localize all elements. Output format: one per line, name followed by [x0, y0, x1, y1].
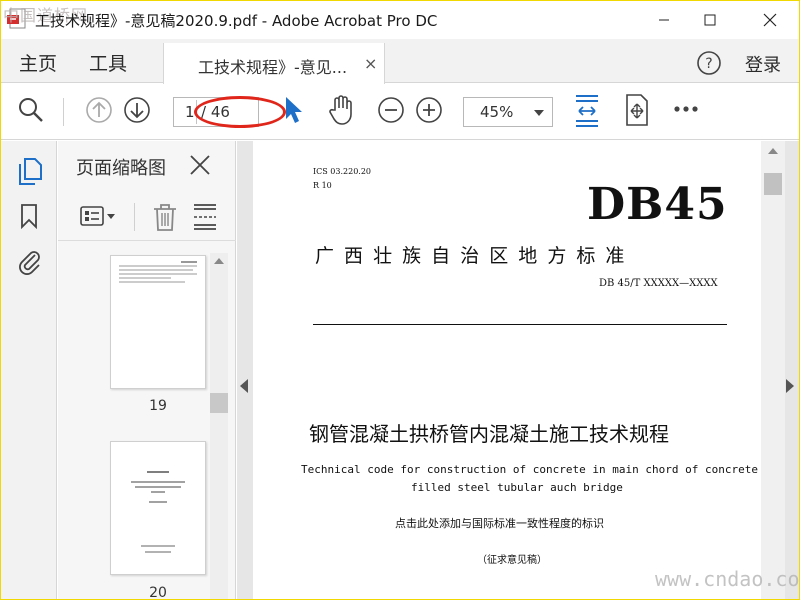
search-icon[interactable] — [17, 96, 45, 124]
toolbar-separator — [63, 98, 64, 126]
tab-bar: 主页 工具 工技术规程》-意见... × — [1, 39, 799, 84]
svg-text:?: ? — [705, 56, 712, 72]
title-bar: 中国道桥网 工技术规程》-意见稿2020.9.pdf - Adobe Acrob… — [1, 1, 799, 39]
chevron-down-icon — [534, 110, 544, 116]
close-icon — [763, 13, 777, 27]
document-tab-label: 工技术规程》-意见... — [198, 58, 348, 77]
close-window-button[interactable] — [747, 1, 793, 39]
nav-home[interactable]: 主页 — [19, 49, 57, 76]
scrollbar-thumb[interactable] — [210, 393, 228, 413]
select-cursor-icon[interactable] — [283, 95, 305, 125]
scroll-up-icon[interactable] — [214, 257, 224, 265]
nav-tools[interactable]: 工具 — [89, 49, 127, 76]
close-icon[interactable] — [188, 153, 212, 177]
title-rule — [313, 324, 727, 325]
help-icon[interactable]: ? — [696, 50, 722, 76]
bookmark-icon[interactable] — [19, 203, 39, 229]
maximize-icon — [704, 14, 716, 26]
app-window: 中国道桥网 工技术规程》-意见稿2020.9.pdf - Adobe Acrob… — [0, 0, 800, 600]
panel-toolbar — [58, 193, 236, 241]
document-tab[interactable]: 工技术规程》-意见... × — [163, 43, 385, 84]
standard-code: DB45 — [587, 179, 728, 230]
delete-icon[interactable] — [152, 203, 178, 231]
thumbnail-preview — [119, 261, 197, 283]
more-options-icon[interactable] — [673, 104, 699, 114]
panel-title: 页面缩略图 — [76, 158, 166, 179]
thumbnail-label: 19 — [149, 398, 167, 414]
zoom-select[interactable]: 45% — [463, 97, 553, 127]
tab-close-button[interactable]: × — [364, 54, 377, 73]
toolbar: 1 / 46 45% — [1, 84, 799, 140]
collapse-right-icon[interactable] — [785, 379, 795, 393]
thumbnail-page[interactable] — [110, 255, 206, 389]
ics-code: ICS 03.220.20 — [313, 167, 372, 176]
pdf-page: ICS 03.220.20 R 10 DB45 广 西 壮 族 自 治 区 地 … — [253, 141, 761, 599]
annotation-ellipse — [194, 96, 286, 128]
issuing-org: 广 西 壮 族 自 治 区 地 方 标 准 — [315, 245, 627, 267]
page-thumbnails-icon[interactable] — [17, 157, 43, 185]
zoom-in-icon[interactable] — [415, 96, 443, 124]
watermark-url: www.cndao.com — [655, 567, 800, 591]
document-number: DB 45/T XXXXX—XXXX — [599, 278, 718, 289]
consistency-note: 点击此处添加与国际标准一致性程度的标识 — [395, 517, 604, 530]
hand-tool-icon[interactable] — [327, 94, 357, 126]
scroll-up-icon[interactable] — [768, 147, 778, 155]
next-page-icon[interactable] — [123, 96, 151, 124]
left-tool-rail — [1, 141, 57, 599]
minimize-icon — [659, 19, 669, 21]
thumbnail-label: 20 — [149, 585, 167, 600]
thumbnails-scrollbar[interactable] — [210, 253, 228, 599]
fit-width-icon[interactable] — [573, 94, 601, 128]
panel-separator — [134, 203, 135, 231]
login-link[interactable]: 登录 — [745, 51, 781, 77]
document-title-cn: 钢管混凝土拱桥管内混凝土施工技术规程 — [309, 422, 669, 446]
document-scrollbar[interactable] — [761, 141, 785, 599]
zoom-value: 45% — [480, 103, 514, 121]
previous-page-icon[interactable] — [85, 96, 113, 124]
maximize-button[interactable] — [687, 1, 733, 39]
attachment-icon[interactable] — [15, 247, 43, 275]
class-code: R 10 — [313, 181, 332, 190]
document-title-en-2: filled steel tubular auch bridge — [411, 481, 623, 494]
fit-page-icon[interactable] — [623, 94, 651, 126]
thumbnails-panel: 页面缩略图 19 20 — [58, 141, 236, 600]
window-title: 工技术规程》-意见稿2020.9.pdf - Adobe Acrobat Pro… — [35, 12, 438, 30]
options-menu-icon[interactable] — [80, 205, 118, 229]
thumbnail-page[interactable] — [110, 441, 206, 575]
document-title-en-1: Technical code for construction of concr… — [301, 463, 758, 476]
minimize-button[interactable] — [641, 1, 687, 39]
insert-pages-icon[interactable] — [192, 203, 218, 231]
draft-stage: （征求意见稿） — [477, 555, 547, 566]
collapse-left-icon[interactable] — [239, 379, 249, 393]
zoom-out-icon[interactable] — [377, 96, 405, 124]
scrollbar-thumb[interactable] — [764, 173, 782, 195]
thumbnail-preview — [131, 471, 185, 553]
